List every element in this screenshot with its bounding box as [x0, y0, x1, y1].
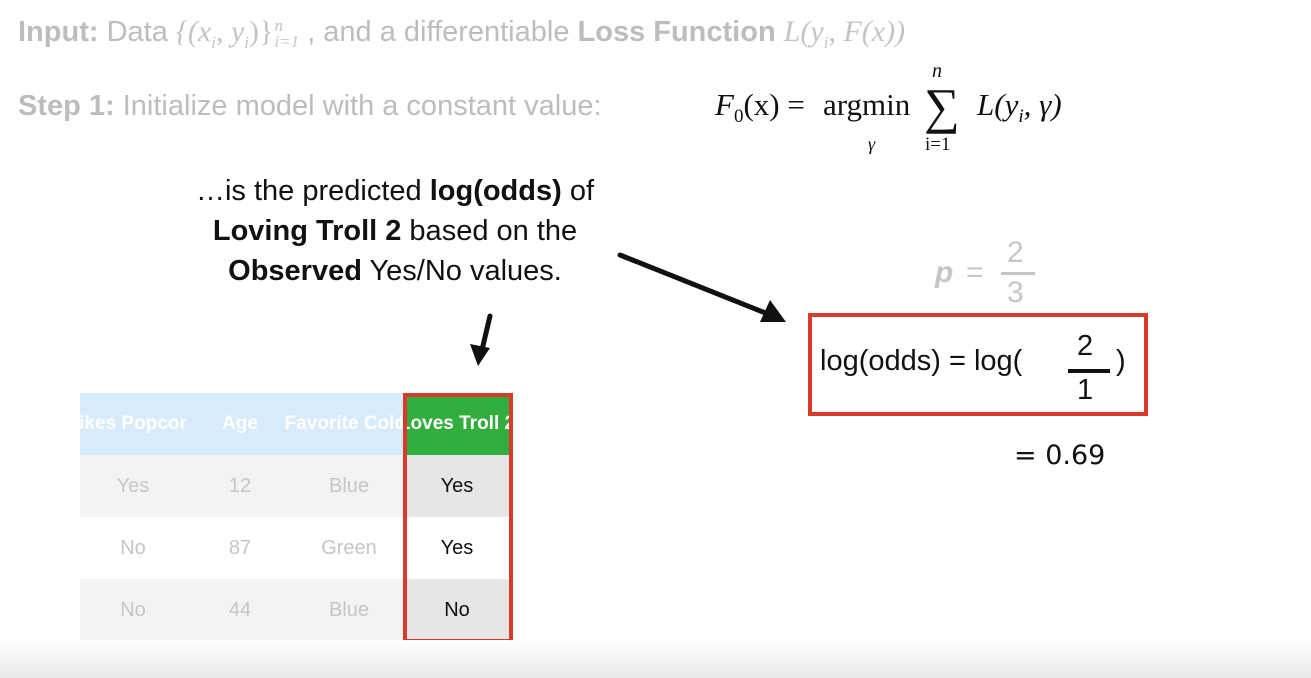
p-numerator: 2: [1007, 236, 1024, 269]
logodds-formula: log(odds) = log(: [820, 345, 1022, 378]
header-age: Age: [186, 393, 294, 455]
arrow-to-logodds: [617, 252, 786, 322]
logodds-numerator: 2: [1077, 330, 1094, 362]
p-symbol: p: [935, 256, 954, 289]
probability-fraction: p = 2 3: [935, 236, 1045, 309]
cell-age: 87: [228, 536, 252, 559]
arrow-to-table: [470, 313, 493, 366]
logodds-right-paren: ): [1116, 345, 1126, 377]
logodds-result: = 0.69: [1014, 440, 1106, 471]
p-denominator: 3: [1007, 276, 1024, 309]
cell-favorite-color: Blue: [328, 474, 370, 497]
p-fraction-bar: [1001, 272, 1035, 275]
header-favorite-color: Favorite Color: [285, 393, 413, 455]
logodds-fraction-bar: [1068, 369, 1110, 373]
cell-likes-popcorn: Yes: [116, 474, 150, 497]
p-equals: =: [966, 256, 984, 289]
logodds-left: log(odds) = log(: [820, 345, 1023, 377]
bottom-shadow: [0, 640, 1311, 678]
header-likes-popcorn: Likes Popcorn: [68, 393, 198, 455]
cell-likes-popcorn: No: [120, 598, 146, 621]
cell-age: 44: [228, 598, 252, 621]
cell-likes-popcorn: No: [120, 536, 146, 559]
loves-troll2-highlight: [403, 393, 513, 643]
cell-age: 12: [228, 474, 252, 497]
cell-favorite-color: Green: [321, 536, 377, 559]
logodds-denominator: 1: [1077, 374, 1094, 406]
cell-favorite-color: Blue: [328, 598, 370, 621]
